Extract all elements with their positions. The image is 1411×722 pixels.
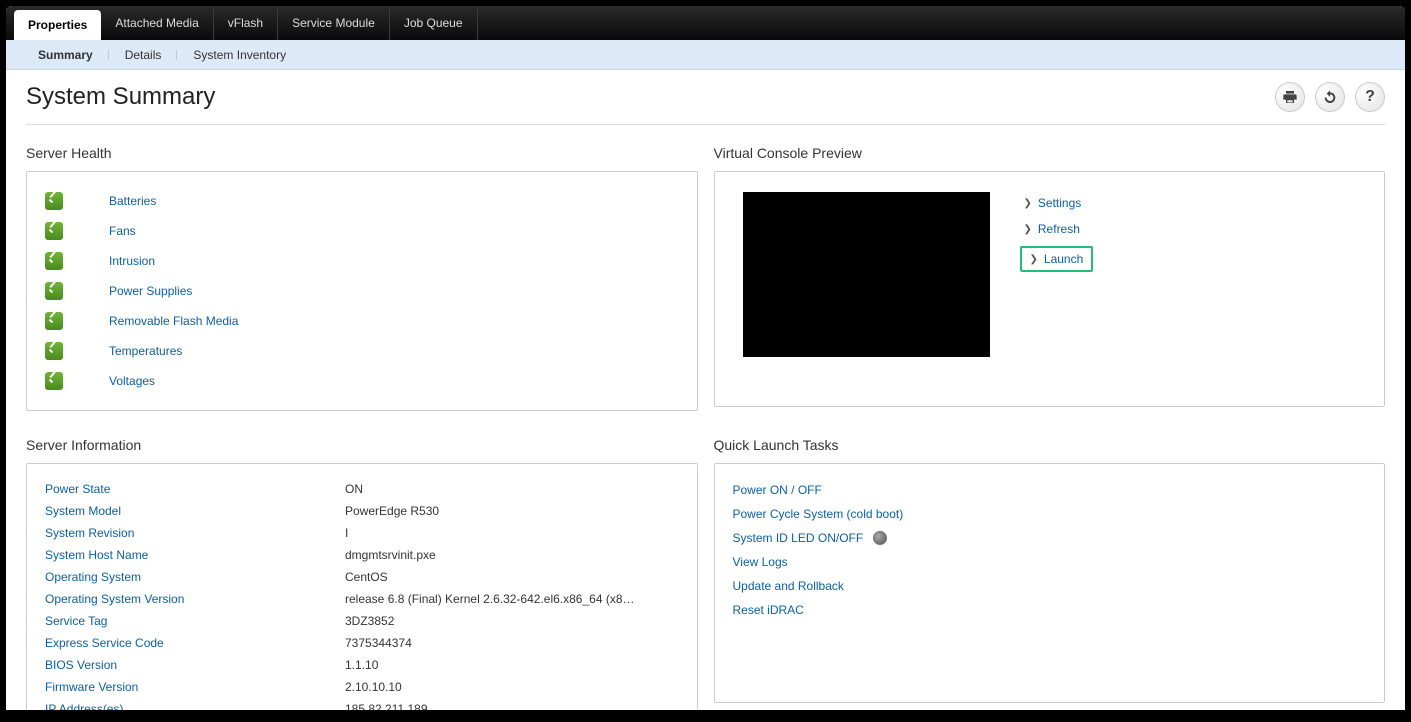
console-settings-link[interactable]: ❯ Settings: [1020, 194, 1094, 212]
info-value: CentOS: [345, 570, 388, 584]
status-ok-icon: [45, 372, 63, 390]
quick-launch-heading: Quick Launch Tasks: [714, 437, 1386, 453]
server-health-heading: Server Health: [26, 145, 698, 161]
info-label[interactable]: System Model: [45, 504, 345, 518]
subtab-details[interactable]: Details: [109, 48, 178, 62]
secondary-tab-bar: Summary Details System Inventory: [6, 40, 1405, 70]
chevron-right-icon: ❯: [1024, 198, 1032, 209]
info-row-system-model: System Model PowerEdge R530: [45, 500, 679, 522]
info-label[interactable]: IP Address(es): [45, 702, 345, 710]
health-item-intrusion: Intrusion: [45, 246, 679, 276]
console-refresh-link[interactable]: ❯ Refresh: [1020, 220, 1094, 238]
health-item-power-supplies: Power Supplies: [45, 276, 679, 306]
health-link-fans[interactable]: Fans: [109, 224, 136, 238]
ql-reset-idrac-link[interactable]: Reset iDRAC: [733, 603, 804, 617]
console-preview-thumbnail[interactable]: [743, 192, 990, 357]
info-label[interactable]: Service Tag: [45, 614, 345, 628]
info-row-firmware: Firmware Version 2.10.10.10: [45, 676, 679, 698]
info-value: 185.82.211.189: [345, 702, 428, 710]
info-value: dmgmtsrvinit.pxe: [345, 548, 436, 562]
refresh-icon: [1322, 89, 1338, 105]
info-label[interactable]: BIOS Version: [45, 658, 345, 672]
ql-view-logs-link[interactable]: View Logs: [733, 555, 788, 569]
status-ok-icon: [45, 222, 63, 240]
tab-vflash[interactable]: vFlash: [214, 6, 278, 40]
info-value: release 6.8 (Final) Kernel 2.6.32-642.el…: [345, 592, 635, 606]
subtab-summary[interactable]: Summary: [22, 48, 109, 62]
virtual-console-panel: ❯ Settings ❯ Refresh ❯ Launch: [714, 171, 1386, 407]
health-item-batteries: Batteries: [45, 186, 679, 216]
info-row-power-state: Power State ON: [45, 478, 679, 500]
help-button[interactable]: ?: [1355, 82, 1385, 112]
console-refresh-label: Refresh: [1038, 222, 1080, 236]
info-label[interactable]: System Revision: [45, 526, 345, 540]
info-value: 2.10.10.10: [345, 680, 402, 694]
health-link-voltages[interactable]: Voltages: [109, 374, 155, 388]
info-label[interactable]: Power State: [45, 482, 345, 496]
tab-properties[interactable]: Properties: [14, 10, 101, 40]
ql-system-id-led-link[interactable]: System ID LED ON/OFF: [733, 531, 864, 545]
quick-launch-panel: Power ON / OFF Power Cycle System (cold …: [714, 463, 1386, 703]
refresh-button[interactable]: [1315, 82, 1345, 112]
info-row-ip: IP Address(es) 185.82.211.189: [45, 698, 679, 710]
server-info-heading: Server Information: [26, 437, 698, 453]
health-item-fans: Fans: [45, 216, 679, 246]
info-label[interactable]: Firmware Version: [45, 680, 345, 694]
info-value: 1.1.10: [345, 658, 378, 672]
primary-tab-bar: Properties Attached Media vFlash Service…: [6, 6, 1405, 40]
health-link-temperatures[interactable]: Temperatures: [109, 344, 182, 358]
print-button[interactable]: [1275, 82, 1305, 112]
help-icon: ?: [1365, 88, 1375, 106]
info-row-express-code: Express Service Code 7375344374: [45, 632, 679, 654]
info-row-os-version: Operating System Version release 6.8 (Fi…: [45, 588, 679, 610]
info-value: ON: [345, 482, 363, 496]
printer-icon: [1282, 89, 1298, 105]
virtual-console-heading: Virtual Console Preview: [714, 145, 1386, 161]
tab-job-queue[interactable]: Job Queue: [390, 6, 478, 40]
ql-power-link[interactable]: Power ON / OFF: [733, 483, 822, 497]
info-value: I: [345, 526, 348, 540]
ql-power-cycle-link[interactable]: Power Cycle System (cold boot): [733, 507, 904, 521]
health-item-voltages: Voltages: [45, 366, 679, 396]
info-label[interactable]: Operating System: [45, 570, 345, 584]
info-value: 7375344374: [345, 636, 412, 650]
health-link-intrusion[interactable]: Intrusion: [109, 254, 155, 268]
title-actions: ?: [1275, 82, 1385, 112]
status-ok-icon: [45, 252, 63, 270]
tab-service-module[interactable]: Service Module: [278, 6, 390, 40]
health-link-batteries[interactable]: Batteries: [109, 194, 156, 208]
health-link-power-supplies[interactable]: Power Supplies: [109, 284, 192, 298]
subtab-system-inventory[interactable]: System Inventory: [177, 48, 302, 62]
chevron-right-icon: ❯: [1030, 254, 1038, 265]
info-value: 3DZ3852: [345, 614, 394, 628]
info-row-bios: BIOS Version 1.1.10: [45, 654, 679, 676]
info-label[interactable]: System Host Name: [45, 548, 345, 562]
status-ok-icon: [45, 312, 63, 330]
status-ok-icon: [45, 192, 63, 210]
led-indicator-icon: [873, 531, 887, 545]
info-row-host-name: System Host Name dmgmtsrvinit.pxe: [45, 544, 679, 566]
ql-update-rollback-link[interactable]: Update and Rollback: [733, 579, 844, 593]
chevron-right-icon: ❯: [1024, 224, 1032, 235]
server-health-panel: Batteries Fans Intrusion Power Supplies: [26, 171, 698, 411]
console-launch-link[interactable]: ❯ Launch: [1020, 246, 1094, 272]
info-label[interactable]: Express Service Code: [45, 636, 345, 650]
info-value: PowerEdge R530: [345, 504, 439, 518]
info-row-os: Operating System CentOS: [45, 566, 679, 588]
health-item-temperatures: Temperatures: [45, 336, 679, 366]
console-settings-label: Settings: [1038, 196, 1081, 210]
status-ok-icon: [45, 282, 63, 300]
health-item-removable-flash: Removable Flash Media: [45, 306, 679, 336]
info-label[interactable]: Operating System Version: [45, 592, 345, 606]
tab-attached-media[interactable]: Attached Media: [101, 6, 213, 40]
health-link-removable-flash[interactable]: Removable Flash Media: [109, 314, 238, 328]
status-ok-icon: [45, 342, 63, 360]
info-row-system-revision: System Revision I: [45, 522, 679, 544]
console-launch-label: Launch: [1044, 252, 1083, 266]
page-title: System Summary: [26, 83, 215, 111]
info-row-service-tag: Service Tag 3DZ3852: [45, 610, 679, 632]
server-info-panel: Power State ON System Model PowerEdge R5…: [26, 463, 698, 710]
